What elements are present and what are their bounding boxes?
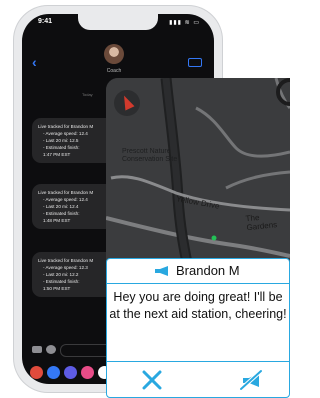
notification-header: Brandon M <box>107 259 289 284</box>
app-store-icon[interactable] <box>46 345 56 354</box>
back-chevron-icon[interactable]: ‹ <box>32 54 37 70</box>
contact-avatar[interactable] <box>104 44 124 64</box>
music-app-icon[interactable] <box>81 366 94 379</box>
poi-label: Prescott Nature Conservation Site <box>122 148 178 163</box>
close-icon[interactable] <box>141 369 163 391</box>
sender-name: Brandon M <box>176 263 240 278</box>
notification-actions <box>107 361 289 398</box>
map-view[interactable]: Prescott Nature Conservation Site Yellow… <box>106 78 290 268</box>
facetime-icon[interactable] <box>188 58 202 67</box>
mute-megaphone-icon[interactable] <box>239 369 263 391</box>
location-arrow-icon[interactable] <box>114 90 140 116</box>
photos-app-icon[interactable] <box>30 366 43 379</box>
megaphone-icon <box>155 266 168 276</box>
memoji-icon[interactable] <box>64 366 77 379</box>
phone-notch <box>78 14 158 30</box>
app-store-icon[interactable] <box>47 366 60 379</box>
day-label: Today <box>82 92 93 97</box>
camera-icon[interactable] <box>32 346 42 353</box>
notification-message: Hey you are doing great! I'll be at the … <box>109 290 287 321</box>
status-icons: ▮▮▮ ≋ ▭ <box>169 20 200 26</box>
status-time: 9:41 <box>38 18 53 25</box>
contact-name[interactable]: Coach <box>92 68 136 74</box>
message-notification: Brandon M Hey you are doing great! I'll … <box>106 258 290 398</box>
